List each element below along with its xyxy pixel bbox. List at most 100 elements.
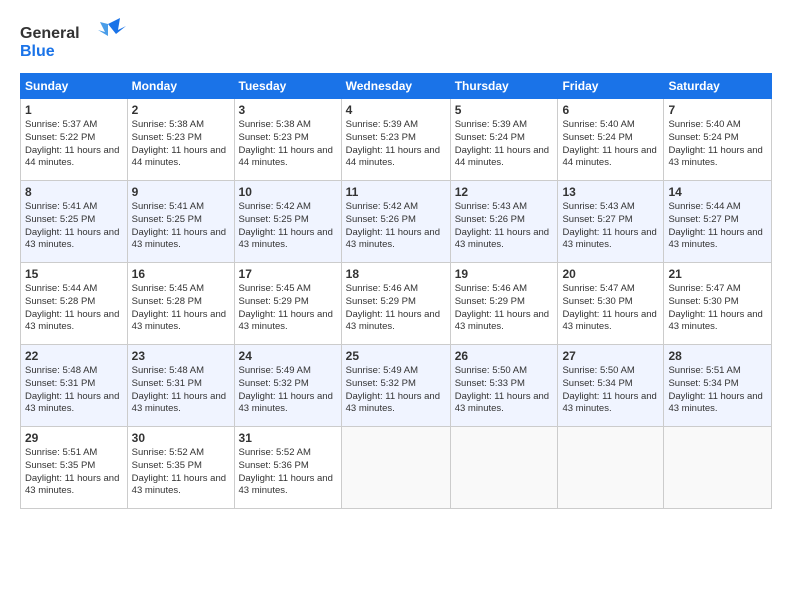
calendar-cell: 8 Sunrise: 5:41 AM Sunset: 5:25 PM Dayli… [21,181,128,263]
calendar-header-row: SundayMondayTuesdayWednesdayThursdayFrid… [21,74,772,99]
sunrise-label: Sunrise: 5:51 AM [25,447,97,458]
calendar-week-row: 8 Sunrise: 5:41 AM Sunset: 5:25 PM Dayli… [21,181,772,263]
daylight-label: Daylight: 11 hours and 43 minutes. [25,391,119,415]
calendar-table: SundayMondayTuesdayWednesdayThursdayFrid… [20,73,772,509]
day-info: Sunrise: 5:49 AM Sunset: 5:32 PM Dayligh… [346,365,446,416]
sunrise-label: Sunrise: 5:39 AM [346,119,418,130]
sunrise-label: Sunrise: 5:48 AM [25,365,97,376]
calendar-week-row: 1 Sunrise: 5:37 AM Sunset: 5:22 PM Dayli… [21,99,772,181]
sunrise-label: Sunrise: 5:42 AM [346,201,418,212]
day-number: 11 [346,185,446,199]
daylight-label: Daylight: 11 hours and 43 minutes. [562,309,656,333]
day-number: 26 [455,349,554,363]
daylight-label: Daylight: 11 hours and 43 minutes. [346,309,440,333]
day-number: 19 [455,267,554,281]
logo-content: General Blue [20,16,130,65]
day-info: Sunrise: 5:52 AM Sunset: 5:35 PM Dayligh… [132,447,230,498]
daylight-label: Daylight: 11 hours and 43 minutes. [239,227,333,251]
calendar-cell: 16 Sunrise: 5:45 AM Sunset: 5:28 PM Dayl… [127,263,234,345]
calendar-cell: 10 Sunrise: 5:42 AM Sunset: 5:25 PM Dayl… [234,181,341,263]
page: General Blue SundayMondayTuesdayWednesda… [0,0,792,519]
calendar-cell: 4 Sunrise: 5:39 AM Sunset: 5:23 PM Dayli… [341,99,450,181]
calendar-week-row: 29 Sunrise: 5:51 AM Sunset: 5:35 PM Dayl… [21,427,772,509]
sunset-label: Sunset: 5:33 PM [455,378,525,389]
calendar-cell: 12 Sunrise: 5:43 AM Sunset: 5:26 PM Dayl… [450,181,558,263]
sunset-label: Sunset: 5:25 PM [25,214,95,225]
calendar-cell: 1 Sunrise: 5:37 AM Sunset: 5:22 PM Dayli… [21,99,128,181]
day-number: 13 [562,185,659,199]
day-info: Sunrise: 5:42 AM Sunset: 5:26 PM Dayligh… [346,201,446,252]
sunrise-label: Sunrise: 5:44 AM [25,283,97,294]
sunset-label: Sunset: 5:24 PM [668,132,738,143]
day-info: Sunrise: 5:51 AM Sunset: 5:34 PM Dayligh… [668,365,767,416]
calendar-cell: 28 Sunrise: 5:51 AM Sunset: 5:34 PM Dayl… [664,345,772,427]
sunrise-label: Sunrise: 5:38 AM [239,119,311,130]
weekday-header: Tuesday [234,74,341,99]
day-number: 31 [239,431,337,445]
header: General Blue [20,16,772,65]
sunrise-label: Sunrise: 5:52 AM [239,447,311,458]
sunset-label: Sunset: 5:26 PM [455,214,525,225]
day-number: 4 [346,103,446,117]
daylight-label: Daylight: 11 hours and 43 minutes. [25,309,119,333]
sunrise-label: Sunrise: 5:43 AM [562,201,634,212]
sunrise-label: Sunrise: 5:45 AM [239,283,311,294]
svg-text:Blue: Blue [20,43,55,60]
day-info: Sunrise: 5:38 AM Sunset: 5:23 PM Dayligh… [239,119,337,170]
day-info: Sunrise: 5:46 AM Sunset: 5:29 PM Dayligh… [346,283,446,334]
day-number: 22 [25,349,123,363]
daylight-label: Daylight: 11 hours and 43 minutes. [132,309,226,333]
calendar-cell: 20 Sunrise: 5:47 AM Sunset: 5:30 PM Dayl… [558,263,664,345]
daylight-label: Daylight: 11 hours and 44 minutes. [562,145,656,169]
day-info: Sunrise: 5:43 AM Sunset: 5:27 PM Dayligh… [562,201,659,252]
calendar-cell: 6 Sunrise: 5:40 AM Sunset: 5:24 PM Dayli… [558,99,664,181]
sunset-label: Sunset: 5:28 PM [132,296,202,307]
day-number: 5 [455,103,554,117]
sunset-label: Sunset: 5:29 PM [346,296,416,307]
day-info: Sunrise: 5:40 AM Sunset: 5:24 PM Dayligh… [562,119,659,170]
sunrise-label: Sunrise: 5:48 AM [132,365,204,376]
day-number: 29 [25,431,123,445]
daylight-label: Daylight: 11 hours and 43 minutes. [668,227,762,251]
weekday-header: Friday [558,74,664,99]
sunset-label: Sunset: 5:29 PM [455,296,525,307]
sunrise-label: Sunrise: 5:49 AM [239,365,311,376]
sunset-label: Sunset: 5:23 PM [346,132,416,143]
sunrise-label: Sunrise: 5:42 AM [239,201,311,212]
day-number: 1 [25,103,123,117]
calendar-cell: 9 Sunrise: 5:41 AM Sunset: 5:25 PM Dayli… [127,181,234,263]
weekday-header: Sunday [21,74,128,99]
day-number: 27 [562,349,659,363]
sunset-label: Sunset: 5:25 PM [132,214,202,225]
sunrise-label: Sunrise: 5:46 AM [346,283,418,294]
sunrise-label: Sunrise: 5:47 AM [668,283,740,294]
daylight-label: Daylight: 11 hours and 43 minutes. [25,227,119,251]
sunrise-label: Sunrise: 5:41 AM [132,201,204,212]
daylight-label: Daylight: 11 hours and 43 minutes. [562,391,656,415]
day-number: 6 [562,103,659,117]
calendar-week-row: 15 Sunrise: 5:44 AM Sunset: 5:28 PM Dayl… [21,263,772,345]
calendar-cell: 21 Sunrise: 5:47 AM Sunset: 5:30 PM Dayl… [664,263,772,345]
calendar-cell: 25 Sunrise: 5:49 AM Sunset: 5:32 PM Dayl… [341,345,450,427]
weekday-header: Thursday [450,74,558,99]
day-info: Sunrise: 5:49 AM Sunset: 5:32 PM Dayligh… [239,365,337,416]
calendar-cell: 18 Sunrise: 5:46 AM Sunset: 5:29 PM Dayl… [341,263,450,345]
day-info: Sunrise: 5:45 AM Sunset: 5:28 PM Dayligh… [132,283,230,334]
day-info: Sunrise: 5:43 AM Sunset: 5:26 PM Dayligh… [455,201,554,252]
calendar-cell: 3 Sunrise: 5:38 AM Sunset: 5:23 PM Dayli… [234,99,341,181]
daylight-label: Daylight: 11 hours and 43 minutes. [239,309,333,333]
calendar-cell: 19 Sunrise: 5:46 AM Sunset: 5:29 PM Dayl… [450,263,558,345]
day-info: Sunrise: 5:40 AM Sunset: 5:24 PM Dayligh… [668,119,767,170]
day-number: 16 [132,267,230,281]
day-number: 28 [668,349,767,363]
sunrise-label: Sunrise: 5:43 AM [455,201,527,212]
day-info: Sunrise: 5:38 AM Sunset: 5:23 PM Dayligh… [132,119,230,170]
sunset-label: Sunset: 5:24 PM [562,132,632,143]
sunrise-label: Sunrise: 5:37 AM [25,119,97,130]
calendar-cell [341,427,450,509]
sunset-label: Sunset: 5:30 PM [668,296,738,307]
day-info: Sunrise: 5:50 AM Sunset: 5:34 PM Dayligh… [562,365,659,416]
day-info: Sunrise: 5:44 AM Sunset: 5:27 PM Dayligh… [668,201,767,252]
calendar-cell: 22 Sunrise: 5:48 AM Sunset: 5:31 PM Dayl… [21,345,128,427]
sunset-label: Sunset: 5:30 PM [562,296,632,307]
